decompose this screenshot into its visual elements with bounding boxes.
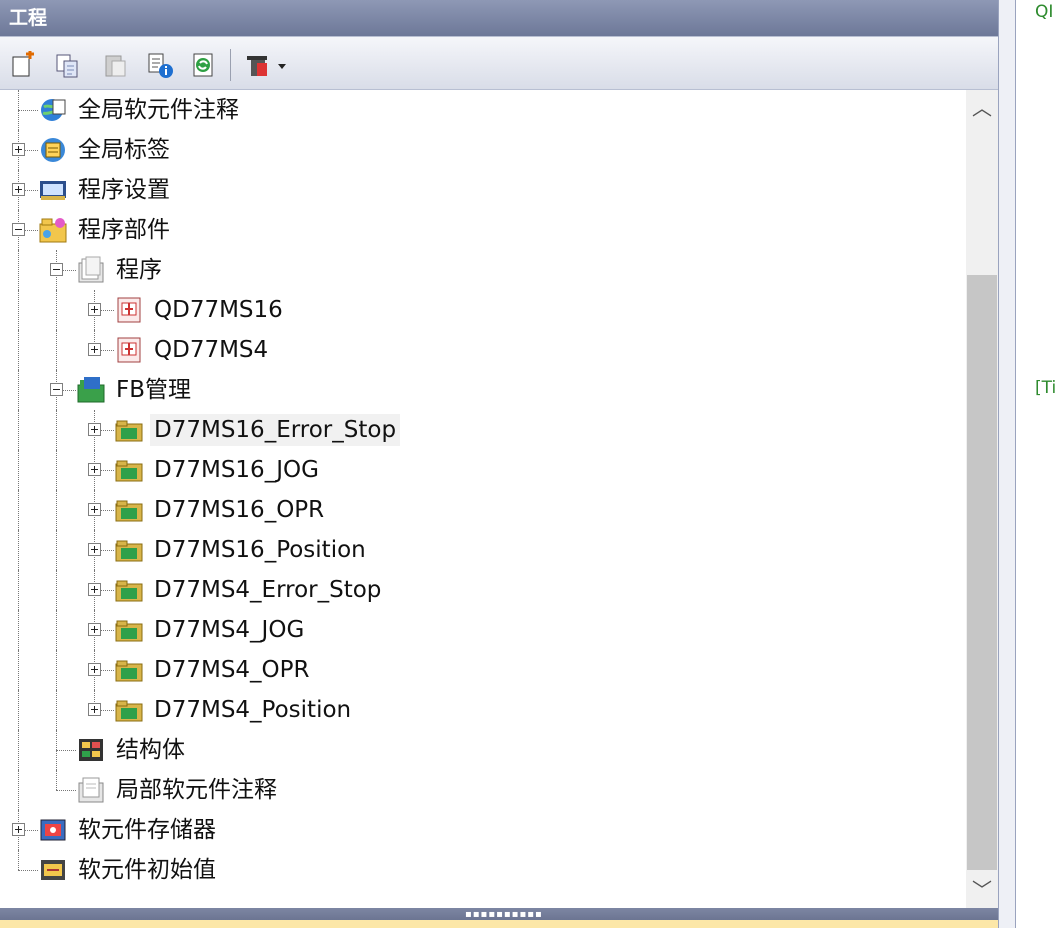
tree-item[interactable]: D77MS4_JOG — [0, 610, 966, 650]
fb-folder-icon — [115, 420, 143, 442]
project-panel: 工程 全局软元件注释 全局标签 程序设置 程序部件 程序 QD77MS16 QD… — [0, 0, 998, 928]
expand-icon[interactable] — [88, 663, 101, 676]
program-settings-icon — [40, 181, 66, 200]
fb-folder-icon — [115, 620, 143, 642]
local-device-comment-icon — [78, 777, 104, 803]
tree-item-label[interactable]: QD77MS4 — [150, 334, 272, 366]
program-folder-icon — [78, 256, 104, 283]
view-options-dropdown-icon[interactable] — [242, 51, 290, 79]
tree-item[interactable]: QD77MS16 — [0, 290, 966, 330]
tree-item-label[interactable]: 程序设置 — [74, 174, 174, 206]
fb-management-icon — [77, 377, 105, 403]
tree-item-label[interactable]: QD77MS16 — [150, 294, 287, 326]
expand-icon[interactable] — [88, 303, 101, 316]
tree-item-label[interactable]: 程序 — [112, 254, 166, 286]
tree-item-label[interactable]: 程序部件 — [74, 214, 174, 246]
device-initial-value-icon — [41, 860, 65, 880]
scroll-up-icon[interactable]: ︿ — [966, 90, 998, 126]
tree-item[interactable]: QD77MS4 — [0, 330, 966, 370]
collapse-icon[interactable] — [50, 263, 63, 276]
collapse-icon[interactable] — [12, 223, 25, 236]
program-parts-icon — [39, 218, 67, 243]
project-tree: 全局软元件注释 全局标签程序设置程序部件程序 QD77MS16 QD77MS4 FB管理… — [0, 90, 966, 908]
bottom-bar — [0, 920, 998, 928]
expand-icon[interactable] — [88, 463, 101, 476]
expand-icon[interactable] — [88, 703, 101, 716]
project-toolbar — [0, 36, 998, 90]
tree-item-label[interactable]: 软元件初始值 — [74, 854, 220, 886]
tree-item-label[interactable]: 全局标签 — [74, 134, 174, 166]
tree-item-label[interactable]: D77MS16_JOG — [150, 454, 323, 486]
tree-item-label[interactable]: D77MS4_OPR — [150, 654, 314, 686]
expand-icon[interactable] — [88, 343, 101, 356]
expand-icon[interactable] — [88, 543, 101, 556]
expand-icon[interactable] — [88, 423, 101, 436]
tree-item[interactable]: 程序设置 — [0, 170, 966, 210]
tree-item-label[interactable]: D77MS16_Position — [150, 534, 370, 566]
fb-folder-icon — [115, 460, 143, 482]
refresh-icon[interactable] — [190, 51, 218, 79]
fb-folder-icon — [115, 660, 143, 682]
tree-item[interactable]: 局部软元件注释 — [0, 770, 966, 810]
expand-icon[interactable] — [88, 623, 101, 636]
tree-item-label[interactable]: D77MS4_Error_Stop — [150, 574, 385, 606]
collapse-icon[interactable] — [50, 383, 63, 396]
tree-item[interactable]: 全局软元件注释 — [0, 90, 966, 130]
fb-folder-icon — [115, 500, 143, 522]
properties-info-icon[interactable] — [146, 51, 174, 79]
expand-icon[interactable] — [12, 183, 25, 196]
new-item-icon[interactable] — [10, 51, 38, 79]
fb-folder-icon — [115, 700, 143, 722]
expand-icon[interactable] — [12, 143, 25, 156]
expand-icon[interactable] — [88, 583, 101, 596]
expand-icon[interactable] — [12, 823, 25, 836]
fb-folder-icon — [115, 580, 143, 602]
tree-item[interactable]: FB管理 — [0, 370, 966, 410]
tree-item-label[interactable]: 全局软元件注释 — [74, 94, 243, 126]
toolbar-separator — [230, 49, 231, 81]
editor-text-top: QI — [1035, 2, 1054, 22]
pane-divider[interactable] — [998, 0, 1016, 928]
scroll-down-icon[interactable]: ﹀ — [966, 872, 998, 908]
tree-item-label[interactable]: 结构体 — [112, 734, 189, 766]
paste-icon[interactable] — [102, 51, 130, 79]
editor-text-middle: [Ti — [1035, 378, 1056, 398]
tree-item[interactable]: 全局标签 — [0, 130, 966, 170]
tree-item-label[interactable]: FB管理 — [112, 374, 195, 406]
structure-icon — [79, 739, 103, 761]
global-label-icon — [41, 138, 65, 162]
tree-item[interactable]: D77MS16_Error_Stop — [0, 410, 966, 450]
tree-item[interactable]: D77MS4_OPR — [0, 650, 966, 690]
tree-item-label[interactable]: D77MS4_Position — [150, 694, 355, 726]
tree-item[interactable]: D77MS16_Position — [0, 530, 966, 570]
tree-item[interactable]: 程序 — [0, 250, 966, 290]
tree-item-label[interactable]: 局部软元件注释 — [112, 774, 281, 806]
tree-item[interactable]: D77MS16_JOG — [0, 450, 966, 490]
global-device-comment-icon — [41, 99, 66, 121]
tree-item[interactable]: D77MS4_Position — [0, 690, 966, 730]
splitter-grip-icon[interactable]: ▪▪▪▪▪▪▪▪▪▪ — [465, 909, 543, 920]
tree-item[interactable]: 结构体 — [0, 730, 966, 770]
tree-item-label[interactable]: D77MS4_JOG — [150, 614, 308, 646]
tree-item[interactable]: 程序部件 — [0, 210, 966, 250]
editor-pane: QI [Ti — [1016, 0, 1056, 928]
copy-icon[interactable] — [54, 51, 82, 79]
panel-splitter[interactable]: ▪▪▪▪▪▪▪▪▪▪ — [0, 908, 998, 920]
tree-item[interactable]: D77MS4_Error_Stop — [0, 570, 966, 610]
program-file-icon — [117, 297, 141, 323]
program-file-icon — [117, 337, 141, 363]
device-memory-icon — [40, 819, 66, 841]
scrollbar-thumb[interactable] — [967, 275, 997, 870]
expand-icon[interactable] — [88, 503, 101, 516]
panel-title: 工程 — [0, 0, 998, 36]
tree-item-label[interactable]: 软元件存储器 — [74, 814, 220, 846]
tree-item-label[interactable]: D77MS16_OPR — [150, 494, 328, 526]
tree-item[interactable]: D77MS16_OPR — [0, 490, 966, 530]
tree-item-label[interactable]: D77MS16_Error_Stop — [150, 414, 401, 446]
tree-item[interactable]: 软元件初始值 — [0, 850, 966, 890]
tree-item[interactable]: 软元件存储器 — [0, 810, 966, 850]
fb-folder-icon — [115, 540, 143, 562]
vertical-scrollbar[interactable]: ︿ ﹀ — [966, 90, 998, 908]
